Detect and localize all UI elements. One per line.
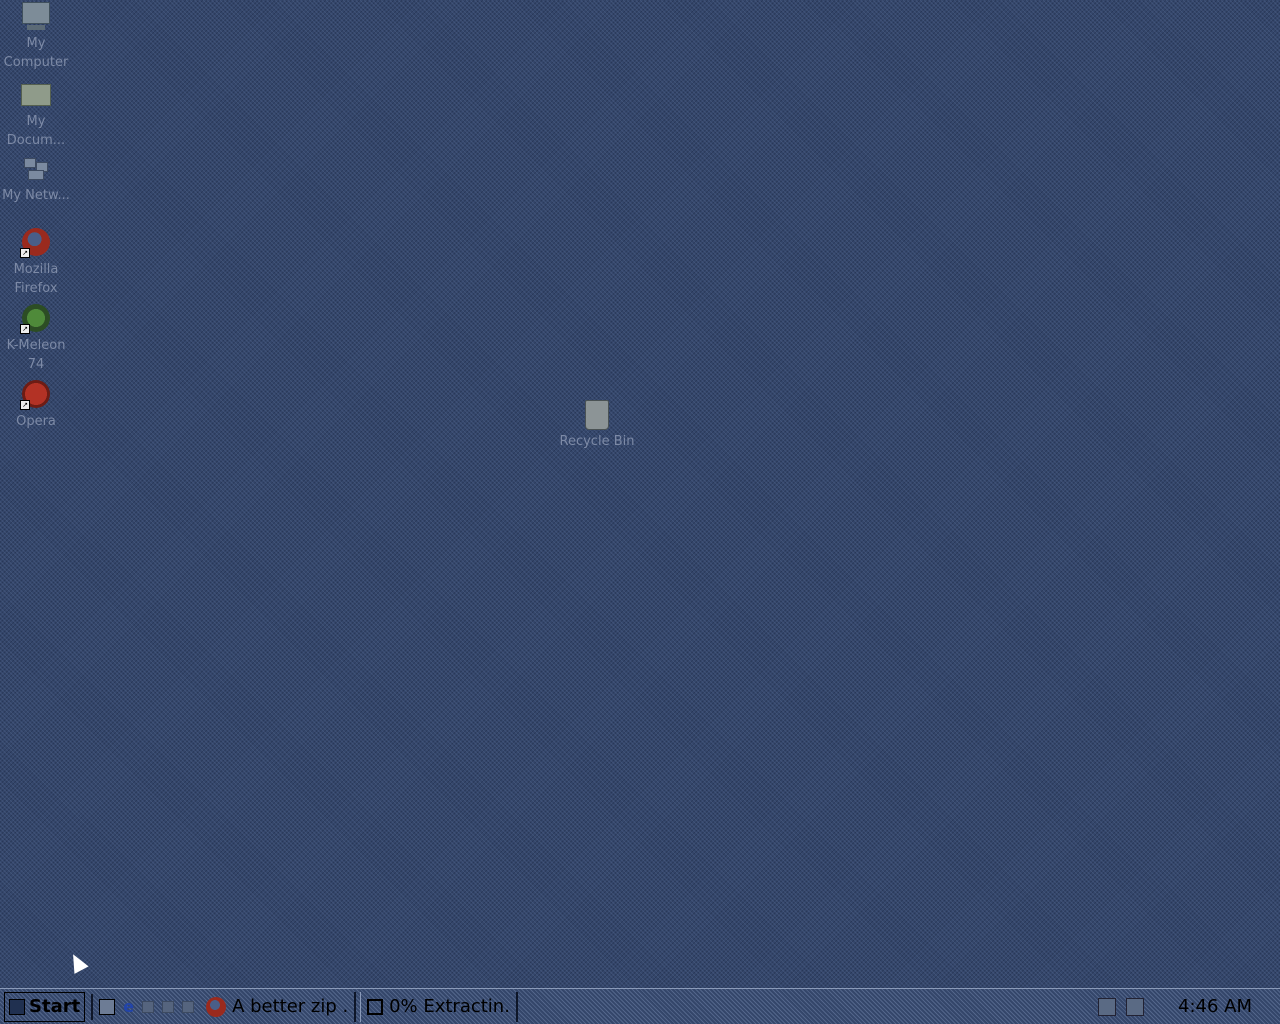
show-desktop-icon[interactable] <box>99 998 116 1015</box>
recycle-bin-icon <box>581 398 613 430</box>
internet-explorer-icon[interactable]: e <box>123 998 134 1014</box>
quick-launch-icon[interactable] <box>182 1000 195 1013</box>
opera-icon: ↗ <box>20 378 52 410</box>
firefox-icon: ↗ <box>20 226 52 258</box>
task-label: A better zip ... <box>232 996 349 1017</box>
window-icon <box>367 998 384 1015</box>
quick-launch-icon[interactable] <box>142 1000 155 1013</box>
desktop-icon-mozilla-firefox[interactable]: ↗ Mozilla Firefox <box>0 226 74 298</box>
quick-launch-bar: e <box>99 998 195 1015</box>
taskbar-button-firefox[interactable]: A better zip ... <box>200 991 357 1022</box>
icon-label: My Computer <box>3 36 69 70</box>
volume-tray-icon[interactable] <box>1126 997 1144 1016</box>
windows-logo-icon <box>9 998 25 1015</box>
desktop-icon-my-computer[interactable]: My Computer <box>0 0 74 72</box>
task-label: 0% Extractin... <box>389 996 511 1017</box>
system-tray: 4:46 AM <box>1098 996 1280 1017</box>
desktop-icon-recycle-bin[interactable]: Recycle Bin <box>559 398 635 451</box>
taskbar-separator <box>91 993 94 1020</box>
start-button[interactable]: Start <box>4 991 86 1022</box>
network-tray-icon[interactable] <box>1098 997 1116 1016</box>
icon-label: Opera <box>16 414 56 429</box>
desktop-icon-my-documents[interactable]: My Docum... <box>0 78 74 150</box>
desktop-icon-my-network[interactable]: My Netw... <box>0 152 74 205</box>
k-meleon-icon: ↗ <box>20 302 52 334</box>
quick-launch-icon[interactable] <box>162 1000 175 1013</box>
icon-label: My Docum... <box>6 114 66 148</box>
start-label: Start <box>29 996 81 1017</box>
desktop-icon-k-meleon[interactable]: ↗ K-Meleon 74 <box>0 302 74 374</box>
desktop-icon-opera[interactable]: ↗ Opera <box>0 378 74 431</box>
network-icon <box>20 152 52 184</box>
icon-label: Recycle Bin <box>559 434 635 449</box>
clock[interactable]: 4:46 AM <box>1178 996 1252 1017</box>
icon-label: Mozilla Firefox <box>13 262 59 296</box>
taskbar-button-extracting[interactable]: 0% Extractin... <box>360 991 519 1022</box>
icon-label: K-Meleon 74 <box>6 338 66 372</box>
taskbar: Start e A better zip ... 0% Extractin...… <box>0 988 1280 1024</box>
icon-label: My Netw... <box>2 188 70 203</box>
computer-icon <box>20 0 52 32</box>
desktop[interactable]: My Computer My Docum... My Netw... ↗ Moz… <box>0 0 1280 988</box>
firefox-icon <box>206 996 227 1017</box>
folder-icon <box>20 78 52 110</box>
